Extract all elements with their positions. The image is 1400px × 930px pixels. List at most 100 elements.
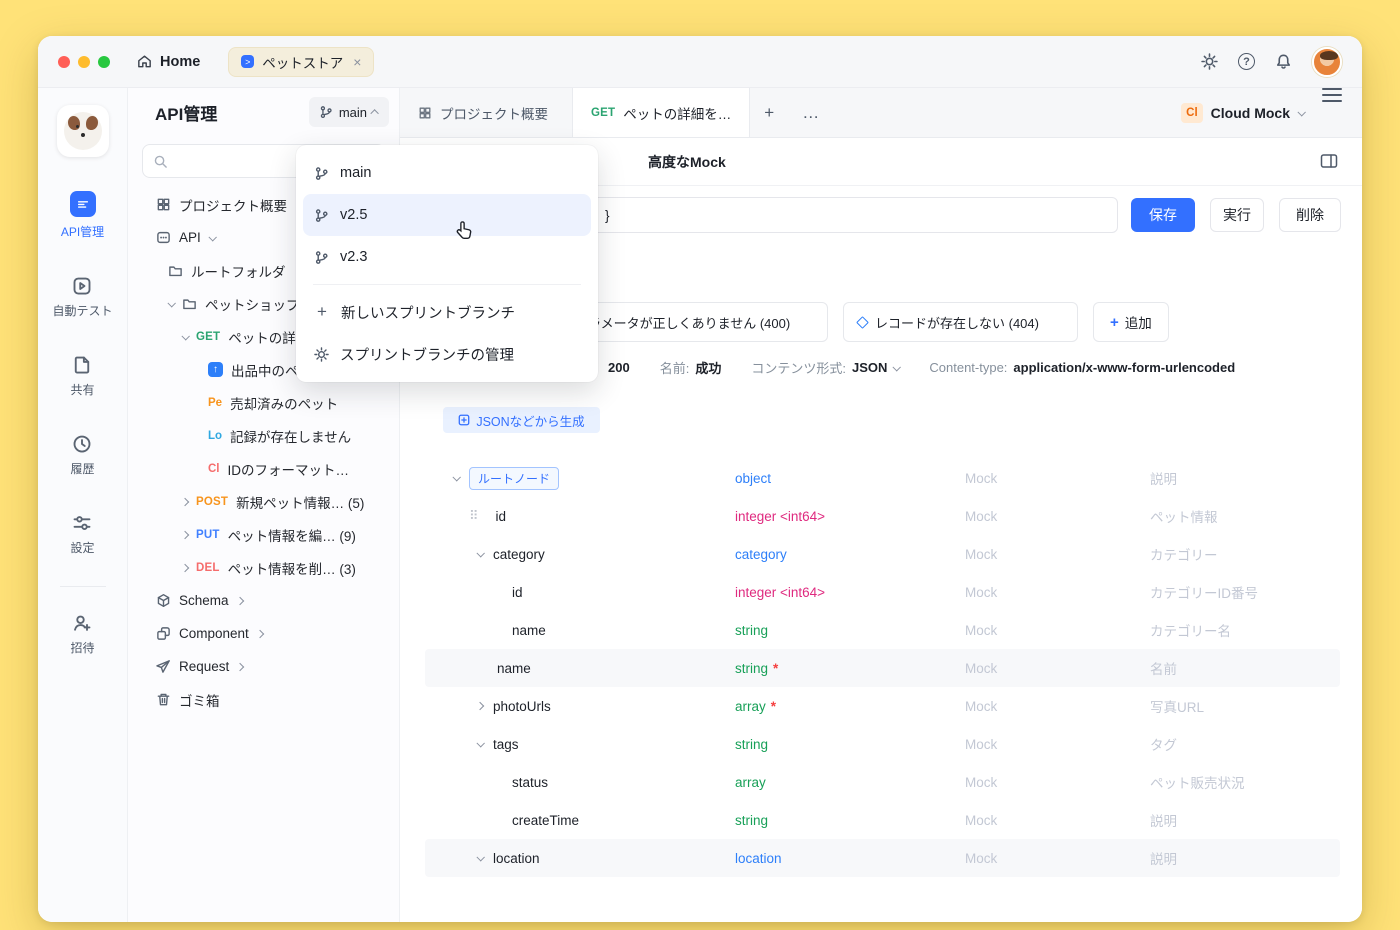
home-button[interactable]: Home <box>136 53 200 70</box>
cl-badge-icon: Cl <box>208 463 220 475</box>
app-window: Home > ペットストア × ? <box>38 36 1362 922</box>
schema-row-category-name[interactable]: name string Mock カテゴリー名 <box>425 611 1340 649</box>
home-label: Home <box>160 54 200 70</box>
user-avatar[interactable] <box>1312 47 1342 77</box>
collapse-chevron-icon[interactable] <box>452 473 460 481</box>
auto-test-icon <box>72 276 92 296</box>
maximize-window-button[interactable] <box>98 56 110 68</box>
rail-item-share[interactable]: 共有 <box>70 355 94 398</box>
branch-name: main <box>339 105 367 120</box>
tree-item-mock-sold[interactable]: Pe 売却済みのペット <box>128 386 399 419</box>
schema-cube-icon <box>156 593 171 608</box>
schema-row-root[interactable]: ルートノード object Mock 説明 <box>425 459 1340 497</box>
schema-row-id[interactable]: ⠿ id integer <int64> Mock ペット情報 <box>425 497 1340 535</box>
schema-row-tags[interactable]: tags string Mock タグ <box>425 725 1340 763</box>
schema-row-status[interactable]: status array Mock ペット販売状況 <box>425 763 1340 801</box>
tree-item-del-endpoint[interactable]: DEL ペット情報を削… (3) <box>128 551 399 584</box>
settings-gear-icon[interactable] <box>1201 53 1218 70</box>
add-response-button[interactable]: + 追加 <box>1093 302 1169 342</box>
tree-item-request[interactable]: Request <box>128 650 399 683</box>
manage-sprint-branch-item[interactable]: スプリントブランチの管理 <box>303 333 591 375</box>
schema-row-category[interactable]: category category Mock カテゴリー <box>425 535 1340 573</box>
close-window-button[interactable] <box>58 56 70 68</box>
tree-item-put-endpoint[interactable]: PUT ペット情報を編… (9) <box>128 518 399 551</box>
menu-hamburger-icon[interactable] <box>1322 88 1342 137</box>
save-button[interactable]: 保存 <box>1131 198 1195 232</box>
tree-item-component[interactable]: Component <box>128 617 399 650</box>
close-tab-icon[interactable]: × <box>353 54 361 70</box>
tree-item-post-endpoint[interactable]: POST 新規ペット情報… (5) <box>128 485 399 518</box>
help-icon[interactable]: ? <box>1238 53 1255 70</box>
chevron-right-icon <box>235 596 243 604</box>
new-sprint-branch-item[interactable]: + 新しいスプリントブランチ <box>303 291 591 333</box>
titlebar-actions: ? <box>1201 47 1342 77</box>
gear-icon <box>314 347 329 362</box>
generate-icon <box>458 414 470 426</box>
schema-row-location[interactable]: location location Mock 説明 <box>425 839 1340 877</box>
up-arrow-badge-icon: ↑ <box>208 362 223 377</box>
content-format-select[interactable]: コンテンツ形式: JSON <box>751 358 899 377</box>
branch-option-v2-3[interactable]: v2.3 <box>303 236 591 278</box>
collapse-chevron-icon[interactable] <box>476 853 484 861</box>
schema-table: ルートノード object Mock 説明 ⠿ id integer <int6… <box>425 459 1340 877</box>
response-tab-404[interactable]: レコードが存在しない (404) <box>843 302 1078 342</box>
cloud-env-badge: Cl <box>1181 103 1203 123</box>
tree-item-mock-notfound[interactable]: Lo 記録が存在しません <box>128 419 399 452</box>
collapse-chevron-icon[interactable] <box>476 549 484 557</box>
tab-get-endpoint[interactable]: GET ペットの詳細を… <box>572 88 750 137</box>
workspace-logo[interactable] <box>57 105 109 157</box>
schema-row-photourls[interactable]: photoUrls array* Mock 写真URL <box>425 687 1340 725</box>
plus-icon: + <box>1110 314 1119 331</box>
folder-icon <box>168 263 183 278</box>
schema-row-category-id[interactable]: id integer <int64> Mock カテゴリーID番号 <box>425 573 1340 611</box>
grid-icon <box>156 197 171 212</box>
tree-item-schema[interactable]: Schema <box>128 584 399 617</box>
drag-handle-icon[interactable]: ⠿ <box>469 508 478 524</box>
rail-item-settings[interactable]: 設定 <box>70 513 94 556</box>
generate-from-json-button[interactable]: JSONなどから生成 <box>443 407 600 433</box>
branch-option-main[interactable]: main <box>303 152 591 194</box>
rail-item-invite[interactable]: 招待 <box>70 613 94 656</box>
branch-icon <box>314 208 329 223</box>
schema-row-name[interactable]: name string* Mock 名前 <box>425 649 1340 687</box>
status-code: 200 <box>608 360 630 375</box>
project-tab[interactable]: > ペットストア × <box>228 47 374 77</box>
expand-chevron-icon[interactable] <box>476 702 484 710</box>
schema-row-createtime[interactable]: createTime string Mock 説明 <box>425 801 1340 839</box>
chevron-down-icon <box>167 299 175 307</box>
tab-advanced-mock[interactable]: 高度なMock <box>648 138 726 186</box>
chevron-right-icon <box>181 497 189 505</box>
settings-sliders-icon <box>72 513 92 533</box>
collapse-chevron-icon[interactable] <box>476 739 484 747</box>
request-send-icon <box>156 659 171 674</box>
environment-selector[interactable]: Cl Cloud Mock <box>1181 88 1322 137</box>
chevron-right-icon <box>181 530 189 538</box>
lo-badge-icon: Lo <box>208 430 222 442</box>
home-icon <box>136 53 153 70</box>
minimize-window-button[interactable] <box>78 56 90 68</box>
branch-option-v2-5[interactable]: v2.5 <box>303 194 591 236</box>
branch-icon <box>314 166 329 181</box>
name-value: 成功 <box>695 358 721 377</box>
new-tab-plus-icon[interactable]: + <box>750 88 788 137</box>
chevron-down-icon <box>208 233 216 241</box>
nav-rail: API管理 自動テスト 共有 履歴 <box>38 88 128 922</box>
panel-toggle-icon[interactable] <box>1320 153 1338 169</box>
history-clock-icon <box>72 434 92 454</box>
notifications-bell-icon[interactable] <box>1275 53 1292 70</box>
tree-item-trash[interactable]: ゴミ箱 <box>128 683 399 716</box>
doc-tabbar: プロジェクト概要 GET ペットの詳細を… + … Cl Cloud Mock <box>400 88 1362 138</box>
tab-project-overview[interactable]: プロジェクト概要 <box>400 88 566 137</box>
run-button[interactable]: 実行 <box>1210 198 1264 232</box>
api-tag-icon <box>156 230 171 245</box>
rail-item-api-manage[interactable]: API管理 <box>61 191 104 240</box>
chevron-down-icon <box>181 332 189 340</box>
branch-selector[interactable]: main <box>309 97 389 127</box>
delete-button[interactable]: 削除 <box>1279 198 1341 232</box>
dog-avatar <box>64 112 102 150</box>
rail-item-auto-test[interactable]: 自動テスト <box>52 276 112 319</box>
tree-item-mock-idformat[interactable]: Cl IDのフォーマット… <box>128 452 399 485</box>
plus-icon: + <box>314 302 330 322</box>
tab-overflow-icon[interactable]: … <box>788 88 833 137</box>
rail-item-history[interactable]: 履歴 <box>70 434 94 477</box>
